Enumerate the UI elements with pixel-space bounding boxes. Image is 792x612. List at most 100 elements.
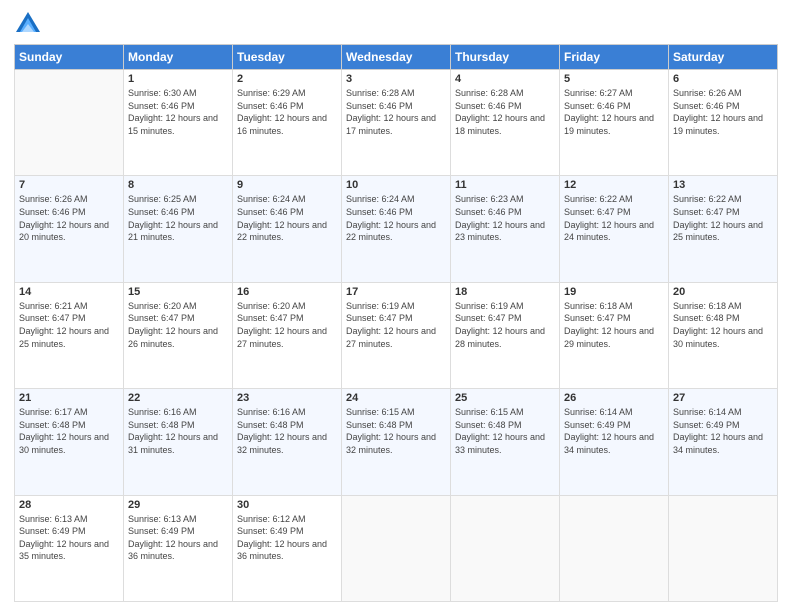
day-number: 29	[128, 499, 228, 511]
calendar-week-2: 7 Sunrise: 6:26 AMSunset: 6:46 PMDaylight…	[15, 176, 778, 282]
day-number: 8	[128, 179, 228, 191]
day-number: 4	[455, 73, 555, 85]
calendar-cell: 6Sunrise: 6:26 AMSunset: 6:46 PMDaylight…	[669, 70, 778, 176]
calendar-cell: 8Sunrise: 6:25 AMSunset: 6:46 PMDaylight…	[124, 176, 233, 282]
day-number: 11	[455, 179, 555, 191]
header-cell-sunday: Sunday	[15, 45, 124, 70]
calendar-cell: 2 Sunrise: 6:29 AMSunset: 6:46 PMDaylight…	[233, 70, 342, 176]
day-info: Sunrise: 6:12 AMSunset: 6:49 PMDaylight:…	[237, 513, 337, 563]
day-info: Sunrise: 6:17 AMSunset: 6:48 PMDaylight:…	[19, 406, 119, 456]
day-info: Sunrise: 6:15 AMSunset: 6:48 PMDaylight:…	[346, 406, 446, 456]
calendar-cell: 16Sunrise: 6:20 AMSunset: 6:47 PMDayligh…	[233, 282, 342, 388]
day-info: Sunrise: 6:24 AMSunset: 6:46 PMDaylight:…	[237, 193, 337, 243]
day-number: 13	[673, 179, 773, 191]
day-number: 16	[237, 286, 337, 298]
day-info: Sunrise: 6:28 AMSunset: 6:46 PMDaylight:…	[455, 87, 555, 137]
header-cell-saturday: Saturday	[669, 45, 778, 70]
calendar-cell	[669, 495, 778, 601]
day-info: Sunrise: 6:30 AMSunset: 6:46 PMDaylight:…	[128, 87, 228, 137]
calendar-cell: 4 Sunrise: 6:28 AMSunset: 6:46 PMDaylight…	[451, 70, 560, 176]
day-number: 12	[564, 179, 664, 191]
day-number: 14	[19, 286, 119, 298]
day-info: Sunrise: 6:13 AMSunset: 6:49 PMDaylight:…	[128, 513, 228, 563]
calendar-header: SundayMondayTuesdayWednesdayThursdayFrid…	[15, 45, 778, 70]
day-info: Sunrise: 6:18 AMSunset: 6:48 PMDaylight:…	[673, 300, 773, 350]
day-info: Sunrise: 6:22 AMSunset: 6:47 PMDaylight:…	[673, 193, 773, 243]
calendar-cell: 7 Sunrise: 6:26 AMSunset: 6:46 PMDaylight…	[15, 176, 124, 282]
day-number: 2	[237, 73, 337, 85]
calendar-cell: 18Sunrise: 6:19 AMSunset: 6:47 PMDayligh…	[451, 282, 560, 388]
header-cell-tuesday: Tuesday	[233, 45, 342, 70]
day-number: 27	[673, 392, 773, 404]
calendar-cell: 10 Sunrise: 6:24 AMSunset: 6:46 PMDayligh…	[342, 176, 451, 282]
calendar-cell	[560, 495, 669, 601]
day-info: Sunrise: 6:16 AMSunset: 6:48 PMDaylight:…	[237, 406, 337, 456]
calendar-cell: 30 Sunrise: 6:12 AMSunset: 6:49 PMDayligh…	[233, 495, 342, 601]
calendar-week-4: 21 Sunrise: 6:17 AMSunset: 6:48 PMDayligh…	[15, 389, 778, 495]
day-info: Sunrise: 6:23 AMSunset: 6:46 PMDaylight:…	[455, 193, 555, 243]
day-number: 3	[346, 73, 446, 85]
calendar-cell	[342, 495, 451, 601]
day-number: 21	[19, 392, 119, 404]
day-number: 6	[673, 73, 773, 85]
day-number: 7	[19, 179, 119, 191]
calendar-cell: 1Sunrise: 6:30 AMSunset: 6:46 PMDaylight…	[124, 70, 233, 176]
day-number: 23	[237, 392, 337, 404]
day-info: Sunrise: 6:28 AMSunset: 6:46 PMDaylight:…	[346, 87, 446, 137]
day-number: 10	[346, 179, 446, 191]
day-info: Sunrise: 6:15 AMSunset: 6:48 PMDaylight:…	[455, 406, 555, 456]
header	[14, 10, 778, 38]
day-number: 26	[564, 392, 664, 404]
calendar-cell: 17Sunrise: 6:19 AMSunset: 6:47 PMDayligh…	[342, 282, 451, 388]
calendar-cell: 11 Sunrise: 6:23 AMSunset: 6:46 PMDayligh…	[451, 176, 560, 282]
day-info: Sunrise: 6:13 AMSunset: 6:49 PMDaylight:…	[19, 513, 119, 563]
calendar-cell: 22 Sunrise: 6:16 AMSunset: 6:48 PMDayligh…	[124, 389, 233, 495]
logo-icon	[14, 10, 42, 38]
calendar-cell	[451, 495, 560, 601]
day-number: 19	[564, 286, 664, 298]
header-cell-friday: Friday	[560, 45, 669, 70]
calendar-cell: 3 Sunrise: 6:28 AMSunset: 6:46 PMDaylight…	[342, 70, 451, 176]
day-info: Sunrise: 6:27 AMSunset: 6:46 PMDaylight:…	[564, 87, 664, 137]
page: SundayMondayTuesdayWednesdayThursdayFrid…	[0, 0, 792, 612]
day-info: Sunrise: 6:29 AMSunset: 6:46 PMDaylight:…	[237, 87, 337, 137]
day-number: 9	[237, 179, 337, 191]
calendar-cell: 23 Sunrise: 6:16 AMSunset: 6:48 PMDayligh…	[233, 389, 342, 495]
calendar-cell: 29 Sunrise: 6:13 AMSunset: 6:49 PMDayligh…	[124, 495, 233, 601]
calendar-week-1: 1Sunrise: 6:30 AMSunset: 6:46 PMDaylight…	[15, 70, 778, 176]
calendar-cell: 5Sunrise: 6:27 AMSunset: 6:46 PMDaylight…	[560, 70, 669, 176]
day-info: Sunrise: 6:21 AMSunset: 6:47 PMDaylight:…	[19, 300, 119, 350]
logo	[14, 10, 44, 38]
day-number: 17	[346, 286, 446, 298]
day-number: 24	[346, 392, 446, 404]
calendar-cell: 9 Sunrise: 6:24 AMSunset: 6:46 PMDaylight…	[233, 176, 342, 282]
day-info: Sunrise: 6:26 AMSunset: 6:46 PMDaylight:…	[19, 193, 119, 243]
day-number: 28	[19, 499, 119, 511]
day-info: Sunrise: 6:18 AMSunset: 6:47 PMDaylight:…	[564, 300, 664, 350]
calendar-cell: 12 Sunrise: 6:22 AMSunset: 6:47 PMDayligh…	[560, 176, 669, 282]
calendar-cell: 26 Sunrise: 6:14 AMSunset: 6:49 PMDayligh…	[560, 389, 669, 495]
day-info: Sunrise: 6:14 AMSunset: 6:49 PMDaylight:…	[564, 406, 664, 456]
day-number: 30	[237, 499, 337, 511]
day-info: Sunrise: 6:20 AMSunset: 6:47 PMDaylight:…	[128, 300, 228, 350]
header-cell-monday: Monday	[124, 45, 233, 70]
day-info: Sunrise: 6:16 AMSunset: 6:48 PMDaylight:…	[128, 406, 228, 456]
day-number: 22	[128, 392, 228, 404]
calendar-cell: 20Sunrise: 6:18 AMSunset: 6:48 PMDayligh…	[669, 282, 778, 388]
day-info: Sunrise: 6:24 AMSunset: 6:46 PMDaylight:…	[346, 193, 446, 243]
calendar-table: SundayMondayTuesdayWednesdayThursdayFrid…	[14, 44, 778, 602]
calendar-week-3: 14 Sunrise: 6:21 AMSunset: 6:47 PMDayligh…	[15, 282, 778, 388]
calendar-cell: 24 Sunrise: 6:15 AMSunset: 6:48 PMDayligh…	[342, 389, 451, 495]
day-number: 15	[128, 286, 228, 298]
day-info: Sunrise: 6:19 AMSunset: 6:47 PMDaylight:…	[455, 300, 555, 350]
day-info: Sunrise: 6:14 AMSunset: 6:49 PMDaylight:…	[673, 406, 773, 456]
calendar-cell	[15, 70, 124, 176]
calendar-cell: 25Sunrise: 6:15 AMSunset: 6:48 PMDayligh…	[451, 389, 560, 495]
calendar-cell: 13 Sunrise: 6:22 AMSunset: 6:47 PMDayligh…	[669, 176, 778, 282]
header-cell-thursday: Thursday	[451, 45, 560, 70]
header-row: SundayMondayTuesdayWednesdayThursdayFrid…	[15, 45, 778, 70]
day-info: Sunrise: 6:22 AMSunset: 6:47 PMDaylight:…	[564, 193, 664, 243]
calendar-cell: 14 Sunrise: 6:21 AMSunset: 6:47 PMDayligh…	[15, 282, 124, 388]
calendar-cell: 15 Sunrise: 6:20 AMSunset: 6:47 PMDayligh…	[124, 282, 233, 388]
header-cell-wednesday: Wednesday	[342, 45, 451, 70]
